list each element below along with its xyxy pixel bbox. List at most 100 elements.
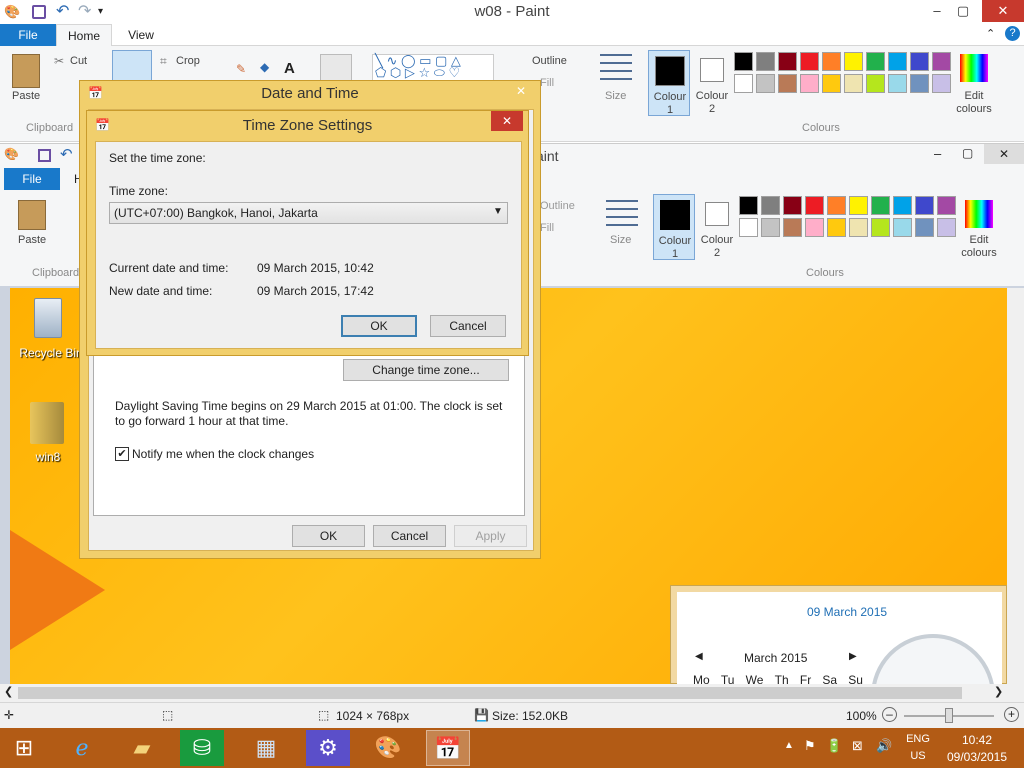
network-icon[interactable]: ⊠ — [852, 738, 863, 754]
fill-button[interactable]: Fill — [540, 77, 554, 89]
tab-view[interactable]: View — [116, 24, 166, 46]
palette-swatch[interactable] — [910, 52, 929, 71]
palette-swatch[interactable] — [734, 74, 753, 93]
palette-swatch[interactable] — [739, 196, 758, 215]
palette-swatch[interactable] — [915, 218, 934, 237]
palette-swatch[interactable] — [888, 74, 907, 93]
edit-colours-icon[interactable] — [960, 54, 988, 82]
palette-swatch[interactable] — [844, 52, 863, 71]
size-icon-2[interactable] — [606, 200, 638, 226]
tab-home[interactable]: Home — [56, 24, 112, 47]
colour1-button-2[interactable]: Colour 1 — [653, 194, 695, 260]
colour2-button[interactable]: Colour 2 — [692, 50, 732, 116]
edit-colours-label-2b[interactable]: colours — [957, 247, 1001, 259]
palette-swatch[interactable] — [888, 52, 907, 71]
palette-swatch[interactable] — [937, 218, 956, 237]
clock-date[interactable]: 09/03/2015 — [944, 750, 1010, 764]
palette-swatch[interactable] — [783, 196, 802, 215]
paint-taskbar-icon[interactable]: 🎨 — [366, 730, 410, 766]
paste-button-2[interactable]: Paste — [18, 234, 46, 246]
palette-swatch[interactable] — [800, 74, 819, 93]
calendar-prev-icon[interactable]: ◀ — [695, 651, 703, 662]
text-tool-icon[interactable]: A — [284, 60, 295, 77]
palette-swatch[interactable] — [866, 52, 885, 71]
save-icon-2[interactable] — [38, 149, 51, 162]
palette-swatch[interactable] — [937, 196, 956, 215]
time-zone-close-button[interactable]: ✕ — [491, 111, 523, 131]
palette-swatch[interactable] — [783, 218, 802, 237]
ribbon-collapse-icon[interactable]: ⌃ — [986, 27, 995, 40]
colour2-button-2[interactable]: Colour 2 — [697, 194, 737, 260]
palette-swatch[interactable] — [778, 52, 797, 71]
notify-label[interactable]: Notify me when the clock changes — [132, 447, 314, 461]
close-button-2[interactable]: ✕ — [984, 144, 1024, 164]
file-explorer-icon[interactable]: ▰ — [120, 730, 164, 766]
palette-swatch[interactable] — [844, 74, 863, 93]
outline-button[interactable]: Outline — [532, 55, 567, 67]
colour1-button[interactable]: Colour 1 — [648, 50, 690, 116]
select-button[interactable] — [112, 50, 152, 84]
paste-button[interactable]: Paste — [12, 90, 40, 102]
date-time-taskbar-icon[interactable]: 📅 — [426, 730, 470, 766]
settings-icon[interactable]: ⚙ — [306, 730, 350, 766]
date-time-cancel-button[interactable]: Cancel — [373, 525, 446, 547]
recycle-bin-shortcut[interactable]: Recycle Bin — [16, 296, 83, 360]
date-time-apply-button[interactable]: Apply — [454, 525, 527, 547]
paste-icon-2[interactable] — [18, 200, 46, 230]
size-button[interactable]: Size — [605, 90, 626, 102]
chevron-down-icon[interactable]: ▼ — [493, 206, 503, 217]
palette-swatch[interactable] — [932, 52, 951, 71]
time-zone-select[interactable]: (UTC+07:00) Bangkok, Hanoi, Jakarta ▼ — [109, 202, 508, 224]
brushes-icon[interactable] — [320, 54, 352, 82]
size-button-2[interactable]: Size — [610, 234, 631, 246]
win8-folder-shortcut[interactable]: win8 — [16, 398, 80, 464]
pencil-icon[interactable]: ✎ — [236, 62, 246, 76]
vertical-scrollbar[interactable] — [1007, 288, 1024, 684]
cut-icon[interactable]: ✂ — [54, 54, 64, 68]
show-hidden-icons-icon[interactable]: ▲ — [784, 740, 794, 751]
start-button[interactable]: ⊞ — [2, 730, 46, 766]
palette-swatch[interactable] — [778, 74, 797, 93]
action-center-flag-icon[interactable]: ⚑ — [804, 738, 816, 754]
palette-swatch[interactable] — [849, 196, 868, 215]
crop-button[interactable]: Crop — [176, 55, 200, 67]
date-time-ok-button[interactable]: OK — [292, 525, 365, 547]
paste-icon[interactable] — [12, 54, 40, 88]
palette-swatch[interactable] — [827, 218, 846, 237]
palette-swatch[interactable] — [800, 52, 819, 71]
palette-swatch[interactable] — [739, 218, 758, 237]
palette-swatch[interactable] — [827, 196, 846, 215]
fill-button-2[interactable]: Fill — [540, 222, 554, 234]
clock-time[interactable]: 10:42 — [944, 733, 1010, 747]
calendar-date-heading[interactable]: 09 March 2015 — [807, 605, 887, 619]
store-icon[interactable]: ⛁ — [180, 730, 224, 766]
time-zone-cancel-button[interactable]: Cancel — [430, 315, 506, 337]
maximize-button[interactable]: ▢ — [946, 0, 980, 22]
horizontal-scrollbar[interactable]: ❮ ❯ — [0, 684, 1024, 702]
zoom-in-icon[interactable]: + — [1004, 707, 1019, 722]
undo-icon-2[interactable]: ↶ — [60, 145, 73, 163]
scroll-thumb[interactable] — [18, 687, 962, 699]
tab-file-2[interactable]: File — [4, 168, 60, 190]
palette-swatch[interactable] — [871, 196, 890, 215]
notify-checkbox[interactable]: ✔ — [115, 447, 129, 461]
size-icon[interactable] — [600, 54, 632, 82]
scroll-left-icon[interactable]: ❮ — [4, 685, 13, 698]
palette-swatch[interactable] — [915, 196, 934, 215]
volume-icon[interactable]: 🔊 — [876, 738, 892, 754]
palette-swatch[interactable] — [761, 196, 780, 215]
time-zone-ok-button[interactable]: OK — [341, 315, 417, 337]
edit-colours-label-1[interactable]: Edit — [954, 90, 994, 102]
palette-swatch[interactable] — [805, 218, 824, 237]
calendar-next-icon[interactable]: ▶ — [849, 651, 857, 662]
tab-file[interactable]: File — [0, 24, 56, 46]
crop-icon[interactable]: ⌗ — [160, 54, 167, 69]
date-time-close-button[interactable]: ✕ — [508, 82, 534, 100]
minimize-button-2[interactable]: – — [934, 146, 941, 161]
palette-swatch[interactable] — [805, 196, 824, 215]
palette-swatch[interactable] — [756, 74, 775, 93]
palette-swatch[interactable] — [734, 52, 753, 71]
palette-swatch[interactable] — [756, 52, 775, 71]
palette-swatch[interactable] — [866, 74, 885, 93]
power-icon[interactable]: 🔋 — [826, 738, 842, 754]
